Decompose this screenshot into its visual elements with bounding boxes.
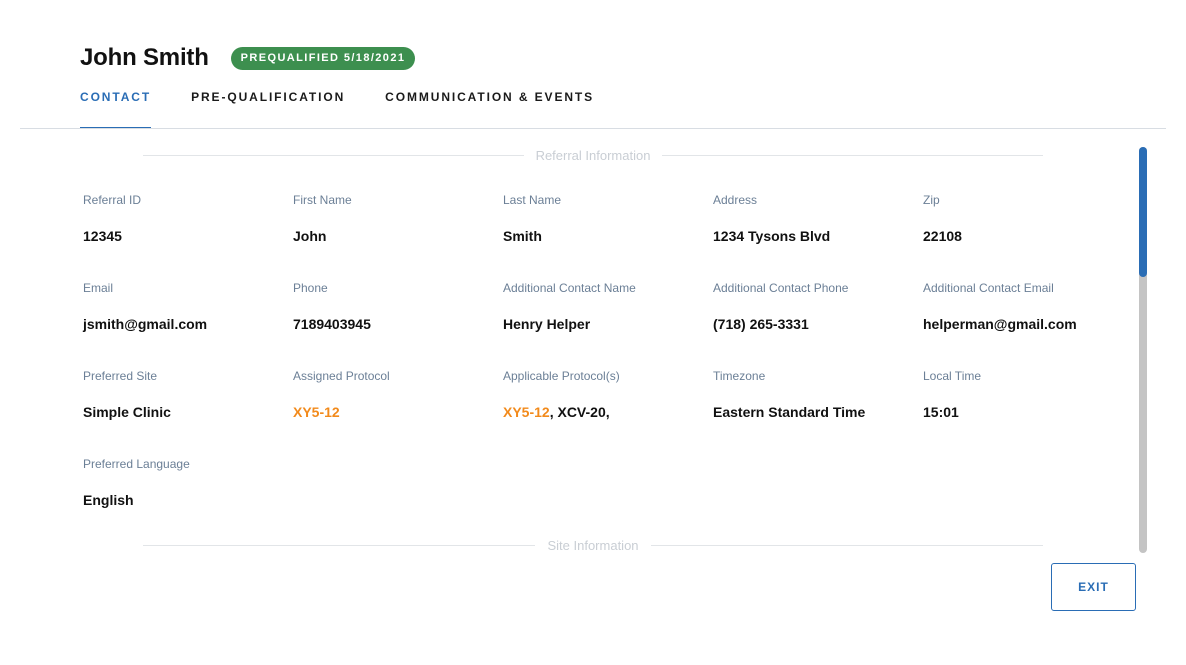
- field-phone: Phone 7189403945: [293, 281, 493, 332]
- field-assigned-protocol: Assigned Protocol XY5-12: [293, 369, 493, 420]
- section-title-site: Site Information: [547, 537, 639, 553]
- status-badge: PREQUALIFIED 5/18/2021: [230, 46, 416, 70]
- field-zip: Zip 22108: [923, 193, 1123, 244]
- field-value: 7189403945: [293, 316, 371, 332]
- field-local-time: Local Time 15:01: [923, 369, 1123, 420]
- field-label: Referral ID: [83, 193, 142, 207]
- field-referral-id: Referral ID 12345: [83, 193, 283, 244]
- field-value: 12345: [83, 228, 122, 244]
- field-value: Henry Helper: [503, 316, 591, 332]
- field-label: Zip: [923, 193, 940, 207]
- tab-bar: CONTACT PRE-QUALIFICATION COMMUNICATION …: [80, 90, 634, 129]
- field-label: Phone: [293, 281, 328, 295]
- section-header-referral: Referral Information: [143, 147, 1044, 163]
- field-value: Smith: [503, 228, 542, 244]
- field-label: Address: [713, 193, 758, 207]
- tab-contact[interactable]: CONTACT: [80, 90, 152, 129]
- field-value: Eastern Standard Time: [713, 404, 866, 420]
- field-value: jsmith@gmail.com: [83, 316, 208, 332]
- field-label: First Name: [293, 193, 352, 207]
- field-first-name: First Name John: [293, 193, 493, 244]
- page-title: John Smith: [80, 44, 209, 71]
- protocol-list-rest: , XCV-20,: [549, 404, 610, 420]
- divider-line: [662, 154, 1044, 156]
- field-label: Additional Contact Email: [923, 281, 1054, 295]
- field-value: helperman@gmail.com: [923, 316, 1077, 332]
- field-applicable-protocols: Applicable Protocol(s) XY5-12, XCV-20,: [503, 369, 703, 420]
- field-value: (718) 265-3331: [713, 316, 809, 332]
- field-email: Email jsmith@gmail.com: [83, 281, 283, 332]
- protocol-link[interactable]: XY5-12: [293, 404, 493, 420]
- field-label: Preferred Site: [83, 369, 158, 383]
- field-label: Email: [83, 281, 114, 295]
- field-value: Simple Clinic: [83, 404, 171, 420]
- field-label: Applicable Protocol(s): [503, 369, 620, 383]
- field-label: Last Name: [503, 193, 562, 207]
- field-label: Timezone: [713, 369, 766, 383]
- record-header: John Smith PREQUALIFIED 5/18/2021: [80, 44, 416, 72]
- exit-button[interactable]: EXIT: [1051, 563, 1136, 611]
- field-timezone: Timezone Eastern Standard Time: [713, 369, 913, 420]
- divider-line: [650, 544, 1044, 546]
- field-label: Preferred Language: [83, 457, 190, 471]
- field-address: Address 1234 Tysons Blvd: [713, 193, 913, 244]
- field-label: Assigned Protocol: [293, 369, 390, 383]
- field-preferred-site: Preferred Site Simple Clinic: [83, 369, 283, 420]
- section-title-referral: Referral Information: [535, 147, 651, 163]
- field-preferred-language: Preferred Language English: [83, 457, 283, 508]
- field-additional-contact-phone: Additional Contact Phone (718) 265-3331: [713, 281, 913, 332]
- divider-line: [143, 154, 524, 156]
- tabs-divider: [20, 128, 1166, 129]
- field-additional-contact-name: Additional Contact Name Henry Helper: [503, 281, 703, 332]
- section-header-site: Site Information: [143, 537, 1044, 553]
- field-value: John: [293, 228, 327, 244]
- field-additional-contact-email: Additional Contact Email helperman@gmail…: [923, 281, 1123, 332]
- field-label: Local Time: [923, 369, 982, 383]
- field-label: Additional Contact Phone: [713, 281, 849, 295]
- field-last-name: Last Name Smith: [503, 193, 703, 244]
- field-value: 15:01: [923, 404, 959, 420]
- vertical-scrollbar[interactable]: [1139, 147, 1147, 553]
- scrollbar-thumb[interactable]: [1139, 147, 1147, 277]
- protocol-link[interactable]: XY5-12: [503, 404, 550, 420]
- field-value: 1234 Tysons Blvd: [713, 228, 831, 244]
- tab-communication-events[interactable]: COMMUNICATION & EVENTS: [385, 90, 594, 129]
- field-label: Additional Contact Name: [503, 281, 636, 295]
- field-value: English: [83, 492, 134, 508]
- field-value: 22108: [923, 228, 962, 244]
- divider-line: [143, 544, 536, 546]
- tab-pre-qualification[interactable]: PRE-QUALIFICATION: [191, 90, 345, 129]
- field-value: XY5-12, XCV-20,: [503, 404, 703, 420]
